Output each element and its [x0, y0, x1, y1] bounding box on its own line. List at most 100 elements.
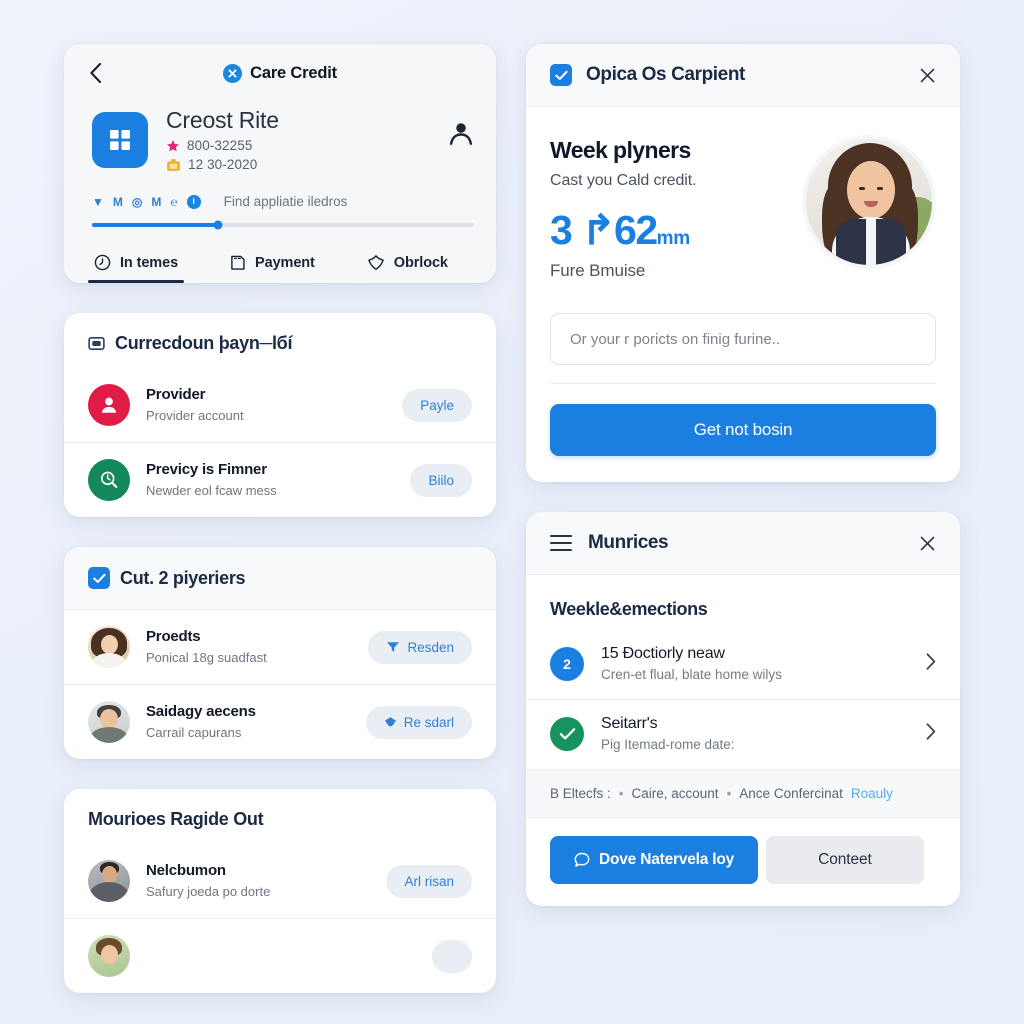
avatar	[88, 935, 130, 978]
table-row[interactable]: Provider Provider account Payle	[64, 368, 496, 442]
conteet-button[interactable]: Conteet	[766, 836, 924, 885]
info-circle-icon[interactable]: i	[186, 194, 201, 209]
link-ance-confercinat[interactable]: Ance Confercinat	[739, 786, 843, 801]
star-icon	[167, 139, 179, 152]
close-button[interactable]	[916, 532, 938, 554]
progress-bar[interactable]	[92, 220, 474, 230]
receipt-icon	[231, 255, 245, 270]
section-header: Currecdoun þayn─lбí	[64, 313, 496, 368]
checkbox-checked-icon[interactable]	[88, 567, 110, 590]
person-icon	[449, 123, 473, 145]
row-subtitle: Newder eol fcaw mess	[146, 482, 277, 498]
footer-links: B Eltecfs : • Caire, account • Ance Conf…	[526, 769, 960, 819]
business-meta: Creost Rite 800-32255 12 30-2020	[166, 106, 430, 174]
list-item[interactable]: Proedts Ponical 18g suadfast Resden	[64, 610, 496, 684]
card-header: Munrices	[526, 512, 960, 576]
arl-risan-button[interactable]: Arl risan	[386, 864, 472, 898]
link-roauly[interactable]: Roauly	[851, 786, 893, 801]
hamburger-menu-icon[interactable]	[550, 535, 572, 552]
progress-fill	[92, 223, 219, 228]
back-button[interactable]	[84, 62, 106, 84]
profile-button[interactable]	[448, 120, 474, 151]
section-title: Cut. 2 piyeriers	[120, 567, 246, 588]
filter-icon[interactable]: ▼	[92, 196, 104, 208]
quick-icons-hint: Find appliatie iledros	[223, 194, 348, 210]
row-text: Provider Provider account	[146, 386, 386, 424]
row-title: Provider	[146, 386, 206, 404]
business-name: Creost Rite	[166, 107, 279, 133]
smiling-woman-portrait	[806, 139, 932, 265]
search-clock-icon	[100, 471, 118, 489]
table-row[interactable]: Previcy is Fimner Newder eol fcaw mess B…	[64, 442, 496, 517]
hero-metric: 3 ↱62mm	[550, 210, 786, 251]
current-payment-card: Currecdoun þayn─lбí Provider Provider ac…	[64, 313, 496, 518]
pay-button[interactable]: Payle	[402, 388, 472, 422]
card-topbar: Care Credit	[64, 44, 496, 102]
notification-row[interactable]: 2 15 Đoctiorly neaw Cren-et flual, blate…	[526, 630, 960, 699]
hero-text: Week plyners Cast you Cald credit. 3 ↱62…	[550, 135, 786, 281]
list-item[interactable]: Saidagy aecens Carrail capurans Re sdarl	[64, 684, 496, 759]
mourioes-ragide-card: Mourioes Ragide Out Nelcbumon Safury joe…	[64, 789, 496, 994]
tab-bar: In temes Payment Obrlock	[88, 241, 474, 284]
resdarl-button[interactable]: Re sdarl	[365, 705, 472, 739]
pill-label: Payle	[420, 397, 454, 413]
brand-title: Care Credit	[250, 63, 337, 82]
clock-icon	[94, 254, 111, 271]
avatar	[88, 701, 130, 744]
chevron-left-icon	[89, 63, 101, 83]
section-header: Cut. 2 piyeriers	[64, 547, 496, 611]
bill-button[interactable]: Biilo	[410, 463, 472, 497]
checkbox-checked-icon[interactable]	[550, 64, 572, 86]
account-overview-card: Care Credit Creost Rite 800-32255 12 30-…	[64, 44, 496, 284]
list-item-partial[interactable]	[64, 918, 496, 993]
divider	[550, 383, 936, 385]
row-text: 15 Đoctiorly neaw Cren-et flual, blate h…	[601, 644, 909, 684]
list-item[interactable]: Nelcbumon Safury joeda po dorte Arl risa…	[64, 844, 496, 918]
briefcase-icon	[167, 159, 180, 171]
meta-phone: 800-32255	[187, 137, 253, 153]
section-title: Currecdoun þayn─lбí	[115, 333, 293, 354]
avatar	[88, 459, 130, 502]
action-button[interactable]	[432, 939, 472, 973]
notification-row[interactable]: Seitarr's Pig Itemad-rome date:	[526, 699, 960, 769]
row-text: Previcy is Fimner Newder eol fcaw mess	[146, 461, 394, 499]
page-title: Opica Os Carpient	[586, 64, 745, 85]
woman-portrait	[88, 626, 130, 669]
tab-label: Payment	[255, 254, 315, 271]
tab-obrlock[interactable]: Obrlock	[365, 241, 450, 283]
row-text: Proedts Ponical 18g suadfast	[146, 628, 352, 666]
search-input[interactable]	[550, 313, 936, 366]
card-body: Creost Rite 800-32255 12 30-2020 ▼ M ◎ M…	[64, 102, 496, 284]
progress-knob[interactable]	[213, 220, 223, 230]
row-subtitle: Safury joeda po dorte	[146, 883, 271, 899]
dove-natervela-button[interactable]: Dove Natervela loy	[550, 836, 759, 885]
pill-label: Biilo	[428, 472, 454, 488]
target-icon[interactable]: ◎	[132, 196, 142, 208]
close-icon	[920, 68, 934, 82]
row-subtitle: Provider account	[146, 407, 244, 423]
m-trend-icon[interactable]: M	[151, 196, 161, 208]
hero-caption: Fure Bmuise	[550, 261, 646, 281]
shield-icon	[384, 716, 396, 727]
person-portrait	[88, 935, 130, 978]
count-badge: 2	[550, 647, 584, 682]
resden-button[interactable]: Resden	[368, 630, 472, 664]
close-button[interactable]	[916, 64, 938, 86]
em-icon[interactable]: ℮	[170, 196, 177, 208]
link-care-account[interactable]: Caire, account	[632, 786, 719, 801]
bullet-separator: •	[618, 786, 624, 802]
portrait-photo	[802, 135, 936, 269]
section-title: Mourioes Ragide Out	[88, 809, 264, 830]
get-not-bosin-button[interactable]: Get not bosin	[550, 404, 936, 457]
m-icon[interactable]: M	[113, 196, 123, 208]
footer-actions: Dove Natervela loy Conteet	[526, 818, 960, 906]
section-title: Weekle&emections	[550, 599, 708, 620]
check-circle-icon	[550, 717, 584, 752]
tab-payment[interactable]: Payment	[228, 241, 317, 283]
hero-heading: Week plyners	[550, 137, 691, 163]
tab-in-temes[interactable]: In temes	[88, 241, 185, 284]
meta-date: 12 30-2020	[188, 156, 258, 172]
right-column: Opica Os Carpient Week plyners Cast you …	[526, 44, 960, 993]
row-text	[146, 947, 416, 966]
meta-phone-line: 800-32255	[166, 137, 430, 155]
